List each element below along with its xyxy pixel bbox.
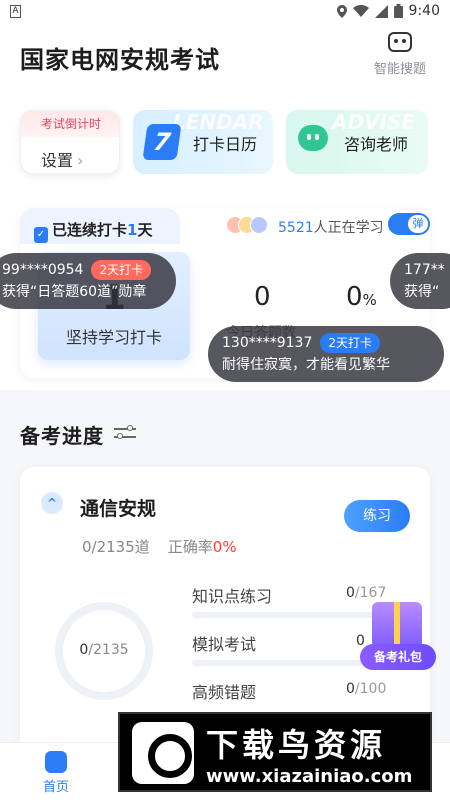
consult-teacher-label: 咨询老师 xyxy=(344,135,409,154)
countdown-settings[interactable]: 设置 › xyxy=(41,147,83,171)
row-mock-exam[interactable]: 模拟考试 xyxy=(192,631,256,655)
row-value: 0/100 xyxy=(346,681,386,697)
location-icon xyxy=(336,4,347,18)
home-icon xyxy=(45,751,67,773)
filter-icon[interactable] xyxy=(114,424,136,442)
bubble-user: 130****9137 xyxy=(222,335,313,351)
row-total: /100 xyxy=(354,681,387,697)
avatar xyxy=(250,216,268,234)
watermark-url: www.xiazainiao.com xyxy=(206,766,413,787)
chevron-up-icon[interactable]: ^ xyxy=(41,492,63,514)
done-count: 0/2135道 xyxy=(82,538,150,556)
practice-button[interactable]: 练习 xyxy=(344,500,410,532)
exam-gift-pack[interactable]: 备考礼包 xyxy=(360,598,436,674)
studying-count: 5521人正在学习 xyxy=(278,217,384,237)
app-header: 国家电网安规考试 智能搜题 xyxy=(0,24,450,94)
ring-total: /2135 xyxy=(88,642,129,658)
bubble-badge: 2天打卡 xyxy=(91,260,152,280)
watermark-brand: 下载鸟资源 xyxy=(206,726,387,764)
subject-summary: 0/2135道 正确率0% xyxy=(82,536,237,557)
smart-search-label: 智能搜题 xyxy=(373,62,426,77)
calendar-icon: 7 xyxy=(142,124,182,160)
wifi-icon xyxy=(352,5,369,17)
ring-done: 0 xyxy=(79,642,89,658)
ring-label: 0/2135 xyxy=(55,642,153,658)
studying-text: 人正在学习 xyxy=(313,220,384,236)
consult-teacher-card[interactable]: ADVISE 咨询老师 xyxy=(286,110,428,174)
clock: 9:40 xyxy=(408,3,440,19)
toggle-knob: 弹 xyxy=(408,215,428,233)
battery-icon xyxy=(393,4,403,18)
countdown-set-label: 设置 xyxy=(41,151,74,170)
activity-bubble: 177** 获得“ xyxy=(390,253,450,309)
watermark-overlay: 下载鸟资源 www.xiazainiao.com xyxy=(118,712,432,792)
gift-label: 备考礼包 xyxy=(360,644,436,670)
bubble-badge: 2天打卡 xyxy=(320,333,380,353)
status-bar: A 9:40 xyxy=(0,0,450,24)
activity-bubble: 130****9137 2天打卡 耐得住寂寞，才能看见繁华 xyxy=(208,326,444,382)
checkin-calendar-card[interactable]: LENDAR 7 打卡日历 xyxy=(133,110,273,174)
nav-label: 首页 xyxy=(42,780,69,795)
subject-title: 通信安规 xyxy=(80,498,157,520)
accuracy-unit: % xyxy=(362,291,377,309)
robot-icon xyxy=(388,32,412,52)
gift-icon xyxy=(372,602,422,648)
countdown-tag: 考试倒计时 xyxy=(21,111,119,137)
streak-title: ✓ 已连续打卡1天 xyxy=(34,219,152,243)
row-done: 0 xyxy=(346,681,355,697)
danmaku-toggle[interactable]: 弹 xyxy=(388,213,430,235)
bubble-text: 获得“ xyxy=(404,284,440,300)
streak-days: 1 xyxy=(127,221,138,239)
row-done: 0 xyxy=(346,585,355,601)
streak-suffix: 天 xyxy=(137,221,153,239)
section-title: 备考进度 xyxy=(20,424,104,448)
bubble-text: 获得“日答题60道”勋章 xyxy=(2,284,147,300)
bird-logo-icon xyxy=(132,722,194,784)
bubble-text: 耐得住寂寞，才能看见繁华 xyxy=(222,357,390,373)
chat-icon xyxy=(298,125,328,151)
nav-home[interactable]: 首页 xyxy=(0,743,112,800)
status-icons: 9:40 xyxy=(336,3,440,19)
accuracy-label: 正确率 xyxy=(167,538,213,556)
learner-avatars xyxy=(226,216,270,234)
bubble-user: 177** xyxy=(404,262,445,278)
accuracy-value: 0% xyxy=(346,282,377,312)
signal-icon xyxy=(374,4,388,18)
streak-prefix: 已连续打卡 xyxy=(52,221,128,239)
checkmark-icon: ✓ xyxy=(34,227,48,243)
exam-countdown-card[interactable]: 考试倒计时 设置 › xyxy=(20,110,120,174)
accuracy-number: 0 xyxy=(346,282,363,312)
row-frequent-errors[interactable]: 高频错题 xyxy=(192,679,256,703)
studying-number: 5521 xyxy=(278,220,314,236)
checkin-calendar-label: 打卡日历 xyxy=(193,135,258,154)
bubble-user: 99****0954 xyxy=(2,262,84,278)
row-knowledge-practice[interactable]: 知识点练习 xyxy=(192,583,272,607)
accuracy-percent: 0% xyxy=(212,538,237,556)
chevron-right-icon: › xyxy=(77,151,84,170)
checkin-label: 坚持学习打卡 xyxy=(65,328,162,347)
activity-bubble: 99****0954 2天打卡 获得“日答题60道”勋章 xyxy=(0,253,176,309)
page-title: 国家电网安规考试 xyxy=(20,46,220,74)
smart-search-button[interactable]: 智能搜题 xyxy=(368,28,432,77)
notification-icon: A xyxy=(10,5,21,18)
today-questions-value: 0 xyxy=(254,282,271,312)
